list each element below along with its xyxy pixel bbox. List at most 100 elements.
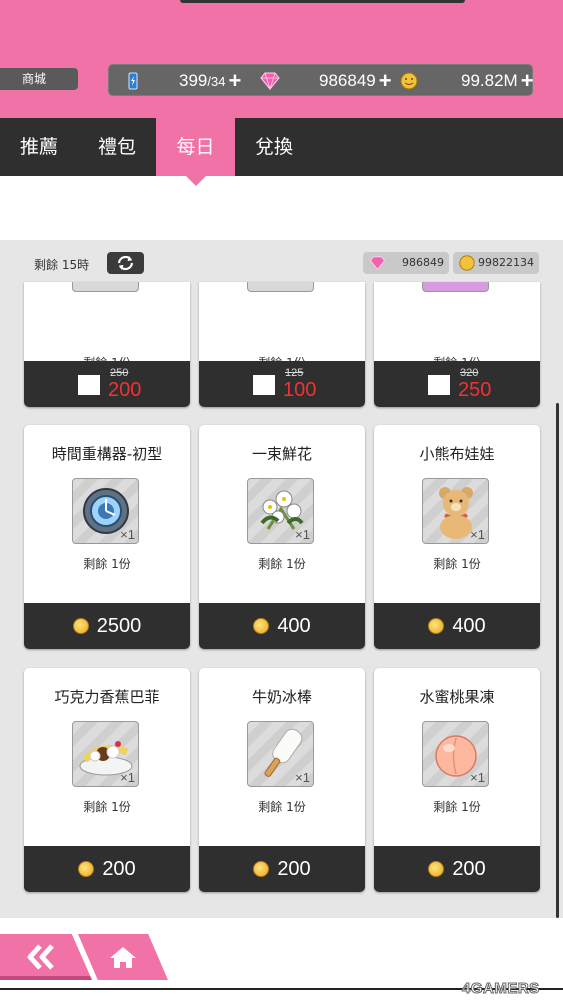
item-quantity: ×1 <box>120 770 135 785</box>
header: 商城 399 /34 + 986849 + 99.82M + <box>0 0 563 118</box>
add-gold-icon[interactable]: + <box>521 70 534 92</box>
stamina-max: /34 <box>207 73 226 89</box>
watermark: 4GAMERS <box>462 980 540 998</box>
currency-icon <box>428 375 450 395</box>
battery-icon <box>128 72 138 90</box>
coin-icon <box>428 618 445 634</box>
original-price: 125 <box>285 367 304 379</box>
item-price: 400 <box>277 614 311 637</box>
item-quantity: ×1 <box>470 527 485 542</box>
gold-value: 99.82M <box>461 71 518 90</box>
shop-item-card-partial[interactable]: 剩餘 1份 250 200 <box>24 282 190 407</box>
item-thumbnail <box>422 282 489 292</box>
item-thumbnail: ×1 <box>72 721 139 787</box>
shop-item-card-partial[interactable]: 剩餘 1份 320 250 <box>374 282 540 407</box>
coin-small-icon <box>459 255 475 271</box>
item-thumbnail <box>72 282 139 292</box>
gem-value: 986849 <box>319 71 376 90</box>
item-price: 200 <box>102 857 136 880</box>
price-bar: 320 250 <box>374 361 540 407</box>
item-quantity: ×1 <box>295 527 310 542</box>
item-thumbnail <box>247 282 314 292</box>
shop-panel[interactable]: 剩餘 15時 986849 99822134 剩餘 1份 250 200 剩餘 … <box>0 240 563 918</box>
item-stock: 剩餘 1份 <box>83 800 131 814</box>
item-stock: 剩餘 1份 <box>83 557 131 571</box>
discount-price: 100 <box>283 379 317 401</box>
stamina-counter[interactable]: 399 /34 + <box>179 65 241 97</box>
price-bar: 125 100 <box>199 361 365 407</box>
item-name: 水蜜桃果凍 <box>419 688 495 706</box>
gem-balance: 986849 <box>363 252 449 274</box>
price-bar: 250 200 <box>24 361 190 407</box>
scrollbar[interactable] <box>556 403 559 918</box>
discount-price: 250 <box>458 379 492 401</box>
coin-icon <box>78 861 95 877</box>
add-gem-icon[interactable]: + <box>379 70 392 92</box>
shop-item-card[interactable]: 小熊布娃娃 ×1 剩餘 1份 400 <box>374 425 540 649</box>
price-bar: 200 <box>199 846 365 892</box>
shop-item-card[interactable]: 一束鮮花 ×1 剩餘 1份 400 <box>199 425 365 649</box>
add-stamina-icon[interactable]: + <box>228 70 241 92</box>
home-button[interactable] <box>78 934 168 980</box>
price-bar: 200 <box>374 846 540 892</box>
original-price: 320 <box>460 367 479 379</box>
shop-item-card-partial[interactable]: 剩餘 1份 125 100 <box>199 282 365 407</box>
active-tab-indicator <box>186 176 206 186</box>
item-stock: 剩餘 1份 <box>433 557 481 571</box>
shop-item-card[interactable]: 時間重構器-初型 ×1 剩餘 1份 2500 <box>24 425 190 649</box>
refresh-button[interactable] <box>107 252 144 274</box>
item-price: 200 <box>452 857 486 880</box>
tab-daily[interactable]: 每日 <box>156 118 235 176</box>
gem-icon <box>260 72 280 91</box>
top-notch <box>180 0 465 3</box>
tab-packs[interactable]: 禮包 <box>78 118 156 176</box>
item-thumbnail: ×1 <box>422 478 489 544</box>
shop-item-card[interactable]: 巧克力香蕉巴菲 ×1 剩餘 1份 200 <box>24 668 190 892</box>
home-icon <box>110 947 136 968</box>
price-bar: 200 <box>24 846 190 892</box>
item-name: 巧克力香蕉巴菲 <box>54 688 160 706</box>
item-name: 一束鮮花 <box>251 445 312 463</box>
price-bar: 400 <box>199 603 365 649</box>
shop-label: 商城 <box>0 68 78 90</box>
item-price: 2500 <box>96 614 142 637</box>
item-name: 時間重構器-初型 <box>51 445 163 463</box>
item-stock: 剩餘 1份 <box>258 557 306 571</box>
stamina-value: 399 <box>179 71 208 90</box>
item-quantity: ×1 <box>470 770 485 785</box>
price-bar: 400 <box>374 603 540 649</box>
currency-icon <box>78 375 100 395</box>
coin-balance: 99822134 <box>453 252 539 274</box>
item-thumbnail: ×1 <box>72 478 139 544</box>
coin-icon <box>72 618 89 634</box>
currency-icon <box>253 375 275 395</box>
item-stock: 剩餘 1份 <box>433 800 481 814</box>
back-button[interactable] <box>0 934 92 980</box>
tab-bar: 推薦 禮包 每日 兌換 <box>0 118 563 176</box>
gem-counter[interactable]: 986849 + <box>319 65 392 97</box>
tab-exchange[interactable]: 兌換 <box>235 118 313 176</box>
shop-item-card[interactable]: 水蜜桃果凍 ×1 剩餘 1份 200 <box>374 668 540 892</box>
resource-bar: 399 /34 + 986849 + 99.82M + <box>108 64 534 97</box>
refresh-timer: 剩餘 15時 <box>34 258 90 272</box>
gold-coin-icon <box>400 72 418 90</box>
coin-icon <box>428 861 445 877</box>
shop-item-card[interactable]: 牛奶冰棒 ×1 剩餘 1份 200 <box>199 668 365 892</box>
gold-counter[interactable]: 99.82M + <box>461 65 534 97</box>
item-thumbnail: ×1 <box>247 478 314 544</box>
original-price: 250 <box>110 367 129 379</box>
double-chevron-left-icon <box>27 944 54 970</box>
item-name: 牛奶冰棒 <box>251 688 312 706</box>
coin-balance-value: 99822134 <box>478 256 534 269</box>
gem-balance-value: 986849 <box>402 256 444 269</box>
gem-small-icon <box>370 256 385 270</box>
coin-icon <box>253 861 270 877</box>
item-stock: 剩餘 1份 <box>258 800 306 814</box>
item-thumbnail: ×1 <box>422 721 489 787</box>
coin-icon <box>253 618 270 634</box>
tab-recommend[interactable]: 推薦 <box>0 118 78 176</box>
price-bar: 2500 <box>24 603 190 649</box>
refresh-icon <box>117 255 134 271</box>
item-price: 200 <box>277 857 311 880</box>
discount-price: 200 <box>108 379 142 401</box>
